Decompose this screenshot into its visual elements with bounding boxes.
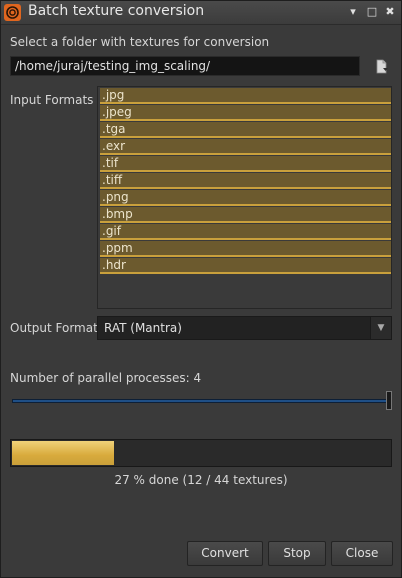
list-item[interactable]: .jpg	[100, 88, 391, 104]
parallel-processes-label: Number of parallel processes: 4	[10, 371, 202, 385]
input-formats-list[interactable]: .jpg .jpeg .tga .exr .tif .tiff .png .bm…	[97, 86, 392, 309]
folder-path-input[interactable]	[10, 56, 360, 76]
list-item[interactable]: .hdr	[100, 258, 391, 274]
list-item[interactable]: .png	[100, 190, 391, 206]
maximize-icon[interactable]: □	[364, 3, 380, 21]
output-format-select[interactable]: RAT (Mantra) ▼	[97, 316, 392, 340]
minimize-icon[interactable]: ▾	[345, 3, 361, 21]
chevron-down-icon[interactable]: ▼	[370, 317, 391, 339]
conversion-progress-bar	[10, 439, 392, 467]
list-item[interactable]: .tif	[100, 156, 391, 172]
progress-status-text: 27 % done (12 / 44 textures)	[114, 473, 288, 487]
list-item[interactable]: .bmp	[100, 207, 391, 223]
file-browse-icon[interactable]	[374, 59, 390, 75]
parallel-processes-slider[interactable]	[12, 399, 388, 403]
output-format-label: Output Format	[10, 321, 98, 335]
stop-button[interactable]: Stop	[268, 541, 326, 566]
folder-prompt-label: Select a folder with textures for conver…	[10, 35, 270, 49]
list-item[interactable]: .tga	[100, 122, 391, 138]
list-item[interactable]: .exr	[100, 139, 391, 155]
batch-conversion-window: Batch texture conversion ▾ □ ✖ Select a …	[0, 0, 402, 578]
slider-handle[interactable]	[386, 391, 392, 410]
close-window-icon[interactable]: ✖	[382, 3, 398, 21]
convert-button[interactable]: Convert	[187, 541, 263, 566]
window-title: Batch texture conversion	[28, 3, 205, 19]
close-button[interactable]: Close	[331, 541, 393, 566]
progress-fill	[12, 441, 114, 465]
list-item[interactable]: .tiff	[100, 173, 391, 189]
output-format-value: RAT (Mantra)	[104, 321, 182, 335]
input-formats-label: Input Formats	[10, 93, 94, 107]
list-item[interactable]: .ppm	[100, 241, 391, 257]
title-bar[interactable]: Batch texture conversion ▾ □ ✖	[1, 1, 401, 25]
houdini-app-icon	[4, 4, 21, 21]
list-item[interactable]: .jpeg	[100, 105, 391, 121]
list-item[interactable]: .gif	[100, 224, 391, 240]
